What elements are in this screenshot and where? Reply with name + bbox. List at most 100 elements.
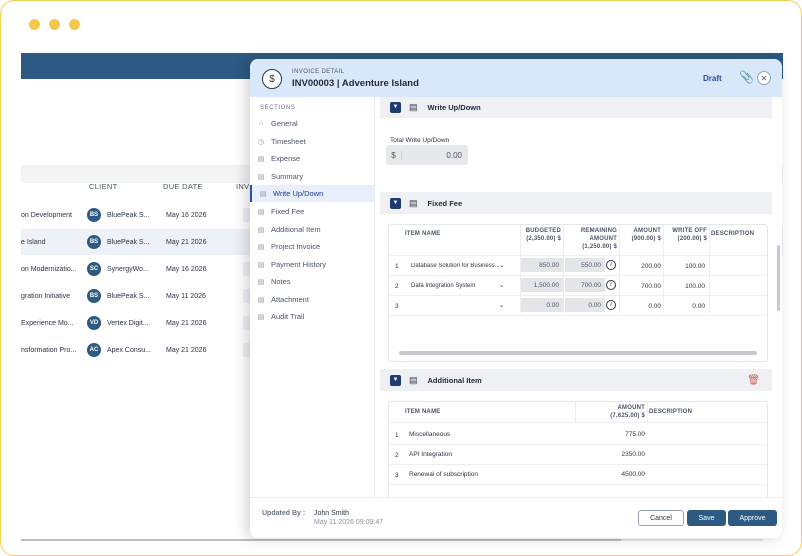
close-icon[interactable]: ✕ bbox=[757, 71, 771, 85]
section-attachment[interactable]: ▤ Attachment bbox=[250, 291, 375, 308]
chevron-down-icon[interactable]: ▼ bbox=[390, 197, 401, 209]
cancel-button[interactable]: Cancel bbox=[638, 510, 684, 526]
row-divider bbox=[389, 484, 767, 485]
amount-cell[interactable]: 700.00 bbox=[621, 283, 661, 290]
attachment-icon[interactable]: 📎 bbox=[739, 70, 754, 84]
doc-icon: ▤ bbox=[259, 190, 267, 198]
section-expense[interactable]: ▤ Expense bbox=[250, 150, 375, 167]
section-label: Payment History bbox=[271, 260, 327, 269]
section-fixed-fee[interactable]: ▤ Fixed Fee bbox=[250, 203, 375, 220]
item-name-select[interactable]: Database Solution for Business... bbox=[411, 263, 509, 269]
avatar: BS bbox=[87, 208, 101, 222]
section-title: Fixed Fee bbox=[427, 198, 463, 208]
chevron-down-icon[interactable]: ▼ bbox=[390, 374, 401, 386]
additional-item-header[interactable]: ▼ ▤ Additional Item 🗑 bbox=[380, 369, 772, 391]
remaining-cell: 0.00 bbox=[565, 298, 605, 312]
info-icon[interactable]: i bbox=[606, 300, 616, 310]
scrollbar-thumb[interactable] bbox=[21, 539, 621, 541]
avatar: BS bbox=[87, 235, 101, 249]
amount-cell[interactable]: 2350.00 bbox=[589, 451, 646, 458]
column-divider bbox=[647, 402, 648, 422]
item-name-cell[interactable]: Miscellaneous bbox=[409, 431, 450, 438]
section-summary[interactable]: ▤ Summary bbox=[250, 168, 375, 185]
window-controls bbox=[29, 19, 80, 30]
panel-header: $ INVOICE DETAIL INV00003 | Adventure Is… bbox=[250, 59, 782, 97]
due-date-cell: May 16 2026 bbox=[166, 211, 207, 219]
save-button[interactable]: Save bbox=[687, 510, 726, 526]
write-off-cell[interactable]: 0.00 bbox=[665, 303, 705, 310]
section-label: Timesheet bbox=[271, 137, 306, 146]
item-name-select[interactable]: Data Integration System bbox=[411, 283, 475, 289]
section-payment-history[interactable]: ▤ Payment History bbox=[250, 256, 375, 273]
client-cell: BluePeak S... bbox=[107, 211, 150, 219]
row-divider bbox=[389, 275, 767, 276]
section-label: Fixed Fee bbox=[271, 207, 305, 216]
panel-subtitle: INVOICE DETAIL bbox=[292, 69, 345, 75]
write-up-down-header[interactable]: ▼ ▤ Write Up/Down bbox=[380, 97, 772, 118]
row-divider bbox=[389, 255, 767, 256]
remaining-cell: 700.00 bbox=[565, 278, 605, 292]
item-name-cell[interactable]: API Integration bbox=[409, 451, 452, 458]
panel-title: INV00003 | Adventure Island bbox=[292, 78, 419, 89]
section-project-invoice[interactable]: ▤ Project Invoice bbox=[250, 238, 375, 255]
due-date-cell: May 16 2026 bbox=[166, 265, 207, 273]
amount-cell[interactable]: 775.00 bbox=[589, 431, 645, 438]
column-header-client[interactable]: CLIENT bbox=[89, 182, 117, 191]
amount-cell[interactable]: 200.00 bbox=[621, 263, 661, 270]
horizontal-scrollbar[interactable] bbox=[21, 539, 763, 541]
fixed-fee-header[interactable]: ▼ ▤ Fixed Fee bbox=[380, 192, 772, 214]
updated-by-name: John Smith bbox=[314, 510, 350, 517]
section-notes[interactable]: ▤ Notes bbox=[250, 273, 375, 290]
column-header-description: DESCRIPTION bbox=[649, 409, 693, 415]
section-general[interactable]: ⌂ General bbox=[250, 115, 375, 132]
amount-cell[interactable]: 4500.00 bbox=[589, 471, 646, 478]
row-number: 1 bbox=[395, 263, 399, 270]
column-divider bbox=[619, 225, 620, 313]
info-icon[interactable]: i bbox=[606, 260, 616, 270]
column-header-amount: AMOUNT (900.00) $ bbox=[631, 228, 661, 242]
vertical-scrollbar[interactable] bbox=[777, 245, 780, 311]
budgeted-cell: 0.00 bbox=[521, 298, 563, 312]
chevron-down-icon[interactable]: ⌄ bbox=[499, 261, 504, 269]
doc-icon: ▤ bbox=[257, 155, 265, 163]
section-additional-item[interactable]: ▤ Additional Item bbox=[250, 221, 375, 238]
row-number: 3 bbox=[395, 303, 399, 310]
trash-icon[interactable]: 🗑 bbox=[747, 375, 760, 386]
section-audit-trail[interactable]: ▤ Audit Trail bbox=[250, 308, 375, 325]
total-write-up-down-field: $ 0.00 bbox=[386, 145, 468, 165]
client-cell: BluePeak S... bbox=[107, 238, 150, 246]
project-cell: nsformation Pro... bbox=[21, 346, 77, 354]
chevron-down-icon[interactable]: ⌄ bbox=[499, 301, 504, 309]
amount-cell[interactable]: 0.00 bbox=[621, 303, 661, 310]
window-dot-icon[interactable] bbox=[49, 19, 60, 30]
column-header-inv[interactable]: INV bbox=[236, 182, 249, 191]
doc-icon: ▤ bbox=[409, 197, 418, 208]
column-header-due-date[interactable]: DUE DATE bbox=[163, 182, 203, 191]
doc-icon: ▤ bbox=[409, 101, 418, 112]
section-timesheet[interactable]: ◷ Timesheet bbox=[250, 133, 375, 150]
item-name-cell[interactable]: Renewal of subscription bbox=[409, 471, 478, 478]
chevron-down-icon[interactable]: ▼ bbox=[390, 101, 401, 113]
doc-icon: ▤ bbox=[257, 226, 265, 234]
write-off-cell[interactable]: 100.00 bbox=[665, 263, 705, 270]
section-label: Write Up/Down bbox=[273, 189, 324, 198]
row-divider bbox=[389, 464, 767, 465]
client-cell: BluePeak S... bbox=[107, 292, 150, 300]
window-dot-icon[interactable] bbox=[29, 19, 40, 30]
chevron-down-icon[interactable]: ⌄ bbox=[499, 281, 504, 289]
dollar-icon: $ bbox=[262, 69, 282, 89]
row-divider bbox=[389, 422, 767, 423]
row-number: 2 bbox=[395, 452, 399, 459]
section-write-up-down[interactable]: ▤ Write Up/Down bbox=[250, 185, 375, 202]
section-label: Summary bbox=[271, 172, 304, 181]
approve-button[interactable]: Approve bbox=[728, 510, 777, 526]
info-icon[interactable]: i bbox=[606, 280, 616, 290]
write-off-cell[interactable]: 100.00 bbox=[665, 283, 705, 290]
budgeted-cell: 1,500.00 bbox=[521, 278, 563, 292]
avatar: VD bbox=[87, 316, 101, 330]
client-cell: SynergyWo... bbox=[107, 265, 149, 273]
horizontal-scrollbar[interactable] bbox=[399, 351, 757, 355]
home-icon: ⌂ bbox=[258, 120, 264, 127]
status-badge: Draft bbox=[703, 74, 722, 83]
window-dot-icon[interactable] bbox=[69, 19, 80, 30]
